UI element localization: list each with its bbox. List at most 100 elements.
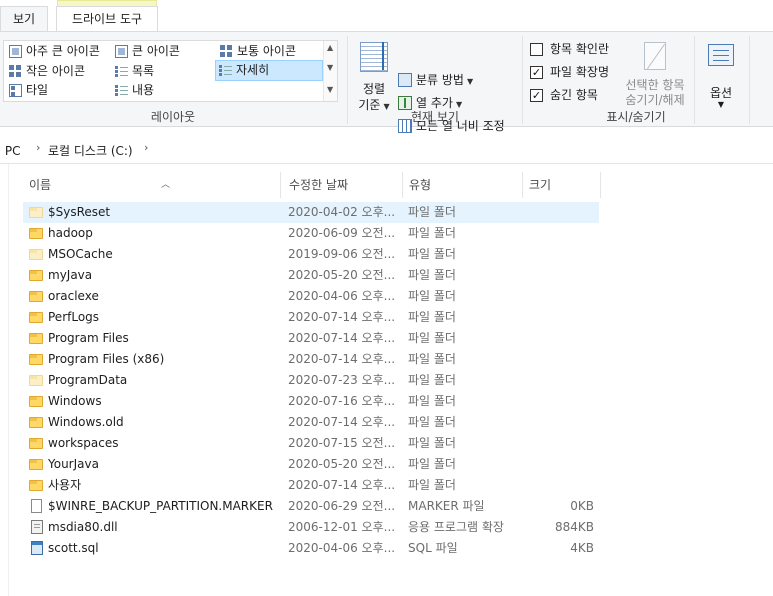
sql-file-icon: [31, 541, 43, 555]
file-name: MSOCache: [48, 247, 113, 261]
hidden-items-toggle[interactable]: ✓ 숨긴 항목: [530, 86, 598, 104]
file-row[interactable]: $WINRE_BACKUP_PARTITION.MARKER 2020-06-29…: [23, 496, 599, 517]
folder-icon: [29, 228, 43, 239]
file-type: 파일 폴더: [408, 247, 456, 261]
file-date: 2020-07-14 오후...: [288, 310, 396, 324]
tab-view[interactable]: 보기: [0, 6, 48, 32]
file-row[interactable]: Windows.old 2020-07-14 오후... 파일 폴더: [23, 412, 599, 433]
column-type-label: 유형: [409, 178, 432, 192]
file-row[interactable]: MSOCache 2019-09-06 오전... 파일 폴더: [23, 244, 599, 265]
folder-icon: [29, 333, 43, 344]
file-date: 2020-07-14 오후...: [288, 415, 396, 429]
file-row[interactable]: Windows 2020-07-16 오후... 파일 폴더: [23, 391, 599, 412]
item-check-boxes-checkbox[interactable]: [530, 43, 543, 56]
sort-by-label-text: 기준: [358, 98, 381, 112]
file-name: Windows: [48, 394, 102, 408]
file-date: 2020-04-06 오후...: [288, 541, 396, 555]
file-extensions-toggle[interactable]: ✓ 파일 확장명: [530, 63, 609, 81]
extra-large-icons-icon: [9, 45, 22, 58]
list-view-icon: [115, 65, 128, 78]
file-row[interactable]: Program Files 2020-07-14 오후... 파일 폴더: [23, 328, 599, 349]
options-button[interactable]: 옵션 ▼: [700, 40, 742, 110]
file-type: 파일 폴더: [408, 457, 456, 471]
file-name: myJava: [48, 268, 93, 282]
ribbon: 아주 큰 아이콘 큰 아이콘 보통 아이콘 작은 아이콘 목록 자세히 타일 내…: [0, 31, 773, 133]
sort-ascending-icon: ︿: [161, 180, 171, 190]
layout-large-icons[interactable]: 큰 아이콘: [112, 42, 180, 61]
hide-selected-items-button[interactable]: 선택한 항목 숨기기/해제: [618, 40, 692, 110]
column-header-type[interactable]: 유형: [403, 172, 523, 198]
column-size-label: 크기: [529, 178, 552, 192]
file-date: 2020-04-06 오후...: [288, 289, 396, 303]
sort-by-button[interactable]: 정렬 기준 ▼: [356, 40, 392, 112]
breadcrumb-this-pc[interactable]: 내 PC: [0, 142, 20, 159]
file-row[interactable]: myJava 2020-05-20 오전... 파일 폴더: [23, 265, 599, 286]
layout-details[interactable]: 자세히: [215, 60, 323, 81]
file-type: 파일 폴더: [408, 331, 456, 345]
layout-small-icons[interactable]: 작은 아이콘: [6, 62, 85, 81]
small-icons-icon: [9, 65, 22, 78]
add-column-icon: [398, 96, 412, 110]
sort-by-label-2: 기준 ▼: [356, 96, 392, 113]
file-size: 884KB: [554, 520, 594, 534]
file-date: 2019-09-06 오전...: [288, 247, 396, 261]
chevron-right-icon[interactable]: ›: [144, 141, 148, 154]
file-name: Windows.old: [48, 415, 124, 429]
file-row[interactable]: PerfLogs 2020-07-14 오후... 파일 폴더: [23, 307, 599, 328]
column-header-name[interactable]: 이름 ︿: [23, 172, 281, 198]
file-name: msdia80.dll: [48, 520, 118, 534]
file-row[interactable]: $SysReset 2020-04-02 오후... 파일 폴더: [23, 202, 599, 223]
add-columns-button[interactable]: 열 추가 ▼: [398, 94, 462, 112]
file-row[interactable]: workspaces 2020-07-15 오전... 파일 폴더: [23, 433, 599, 454]
scroll-down-icon[interactable]: ▼: [327, 63, 333, 72]
chevron-right-icon[interactable]: ›: [36, 141, 40, 154]
hidden-items-checkbox[interactable]: ✓: [530, 89, 543, 102]
show-hide-group-label: 표시/숨기기: [606, 110, 666, 124]
file-date: 2020-07-23 오후...: [288, 373, 396, 387]
layout-content[interactable]: 내용: [112, 81, 154, 100]
file-row[interactable]: YourJava 2020-05-20 오전... 파일 폴더: [23, 454, 599, 475]
file-row[interactable]: 사용자 2020-07-14 오후... 파일 폴더: [23, 475, 599, 496]
file-type: MARKER 파일: [408, 499, 485, 513]
layout-medium-icons[interactable]: 보통 아이콘: [217, 42, 296, 61]
file-date: 2020-07-15 오전...: [288, 436, 396, 450]
file-date: 2020-05-20 오전...: [288, 457, 396, 471]
layout-list[interactable]: 목록: [112, 62, 154, 81]
chevron-down-icon: ▼: [717, 100, 725, 109]
file-size: 4KB: [570, 541, 594, 555]
file-row[interactable]: Program Files (x86) 2020-07-14 오후... 파일 폴더: [23, 349, 599, 370]
dll-file-icon: [31, 520, 43, 534]
folder-icon: [29, 396, 43, 407]
layout-gallery-scrollbar[interactable]: ▲ ▼ ▼: [323, 41, 337, 101]
medium-icons-icon: [220, 45, 233, 58]
address-bar[interactable]: 내 PC › 로컬 디스크 (C:) ›: [0, 136, 773, 164]
folder-icon: [29, 438, 43, 449]
file-type: SQL 파일: [408, 541, 458, 555]
scroll-up-icon[interactable]: ▲: [327, 43, 333, 52]
fit-columns-icon: [398, 119, 412, 133]
layout-tiles[interactable]: 타일: [6, 81, 48, 100]
column-header-size[interactable]: 크기: [523, 172, 601, 198]
file-list: 이름 ︿ 수정한 날짜 유형 크기 $SysReset 2020-04-02 오후…: [8, 164, 773, 596]
file-row[interactable]: ProgramData 2020-07-23 오후... 파일 폴더: [23, 370, 599, 391]
tab-drive-tools[interactable]: 드라이브 도구: [56, 0, 158, 32]
group-by-icon: [398, 73, 412, 87]
file-row[interactable]: scott.sql 2020-04-06 오후... SQL 파일 4KB: [23, 538, 599, 559]
file-name: PerfLogs: [48, 310, 100, 324]
hide-selected-icon: [644, 42, 666, 70]
size-all-columns-button[interactable]: 모든 열 너비 조정: [398, 117, 505, 135]
layout-extra-large-icons[interactable]: 아주 큰 아이콘: [6, 42, 100, 61]
file-extensions-checkbox[interactable]: ✓: [530, 66, 543, 79]
breadcrumb-local-disk[interactable]: 로컬 디스크 (C:): [48, 142, 133, 159]
file-row[interactable]: msdia80.dll 2006-12-01 오후... 응용 프로그램 확장 884…: [23, 517, 599, 538]
layout-item-label: 보통 아이콘: [237, 44, 297, 58]
item-check-boxes-toggle[interactable]: 항목 확인란: [530, 40, 609, 58]
expand-gallery-icon[interactable]: ▼: [327, 85, 333, 94]
group-by-button[interactable]: 분류 방법 ▼: [398, 71, 473, 89]
add-columns-label: 열 추가: [416, 96, 453, 110]
file-date: 2020-07-14 오후...: [288, 331, 396, 345]
column-header-date[interactable]: 수정한 날짜: [283, 172, 403, 198]
file-row[interactable]: hadoop 2020-06-09 오전... 파일 폴더: [23, 223, 599, 244]
options-icon: [708, 44, 734, 66]
file-row[interactable]: oraclexe 2020-04-06 오후... 파일 폴더: [23, 286, 599, 307]
